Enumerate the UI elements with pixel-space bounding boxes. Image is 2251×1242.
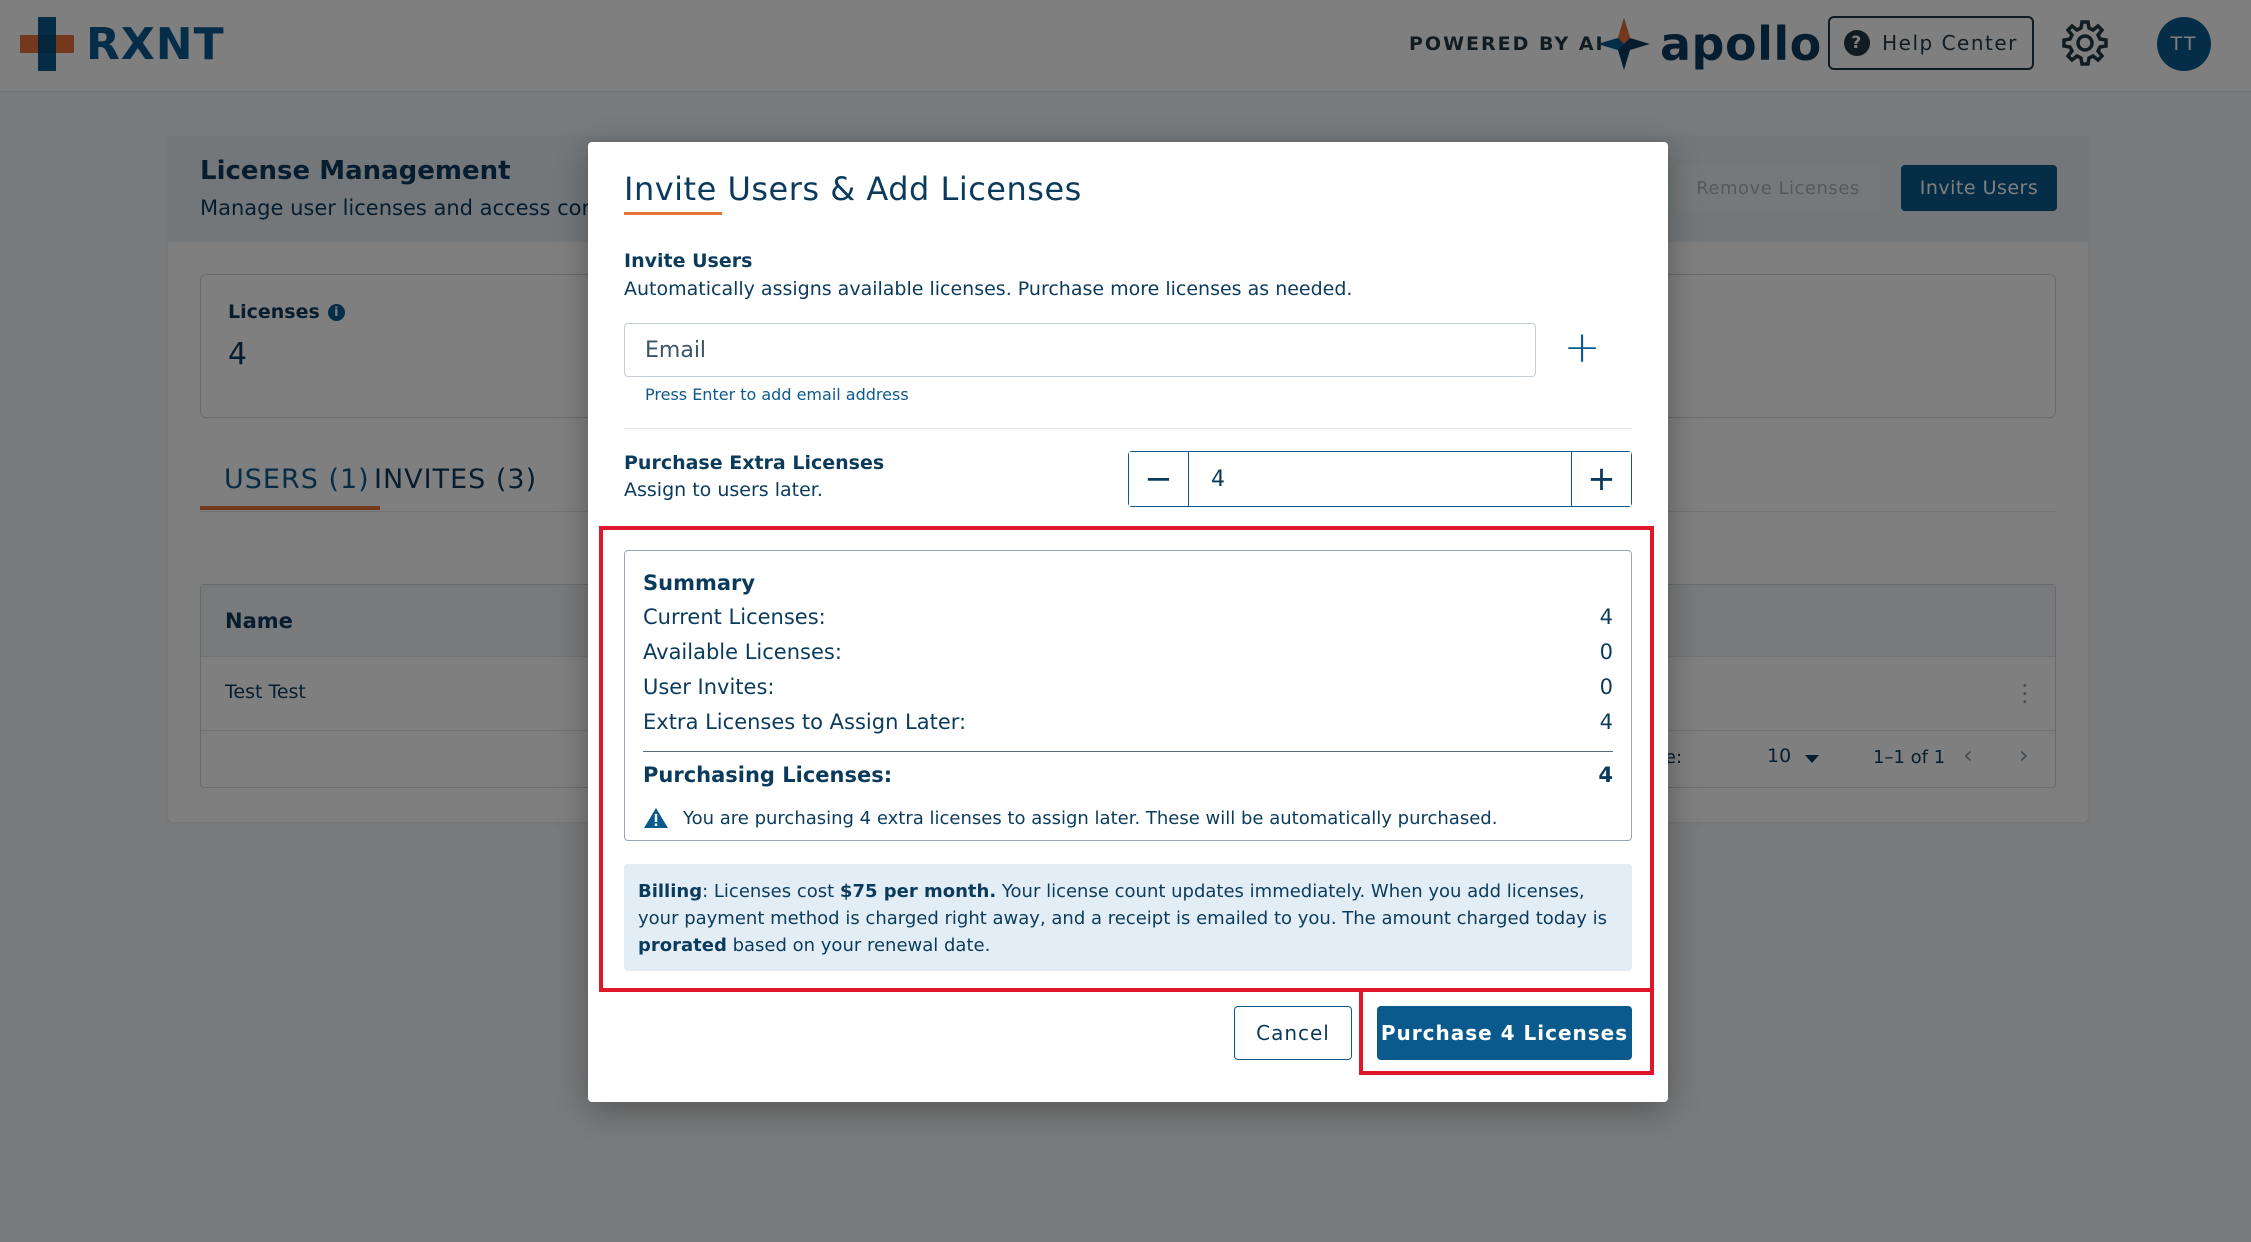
extra-licenses-heading: Purchase Extra Licenses xyxy=(624,452,885,474)
purchase-highlight-box xyxy=(1359,988,1654,1075)
increment-plus-icon[interactable]: + xyxy=(1571,452,1631,506)
email-input[interactable] xyxy=(624,323,1536,377)
invite-users-description: Automatically assigns available licenses… xyxy=(624,278,1353,300)
decrement-minus-icon[interactable]: − xyxy=(1129,452,1189,506)
invite-users-heading: Invite Users xyxy=(624,250,753,272)
cancel-button[interactable]: Cancel xyxy=(1234,1006,1352,1060)
email-helper-text: Press Enter to add email address xyxy=(645,385,909,404)
section-divider xyxy=(624,428,1632,429)
modal-title-underline xyxy=(624,212,722,215)
summary-highlight-box xyxy=(599,526,1654,992)
extra-licenses-input[interactable] xyxy=(1189,452,1571,506)
modal-title: Invite Users & Add Licenses xyxy=(624,170,1082,208)
add-email-plus-icon[interactable]: + xyxy=(1560,326,1604,372)
extra-licenses-stepper: − + xyxy=(1128,451,1632,507)
extra-licenses-description: Assign to users later. xyxy=(624,479,823,501)
